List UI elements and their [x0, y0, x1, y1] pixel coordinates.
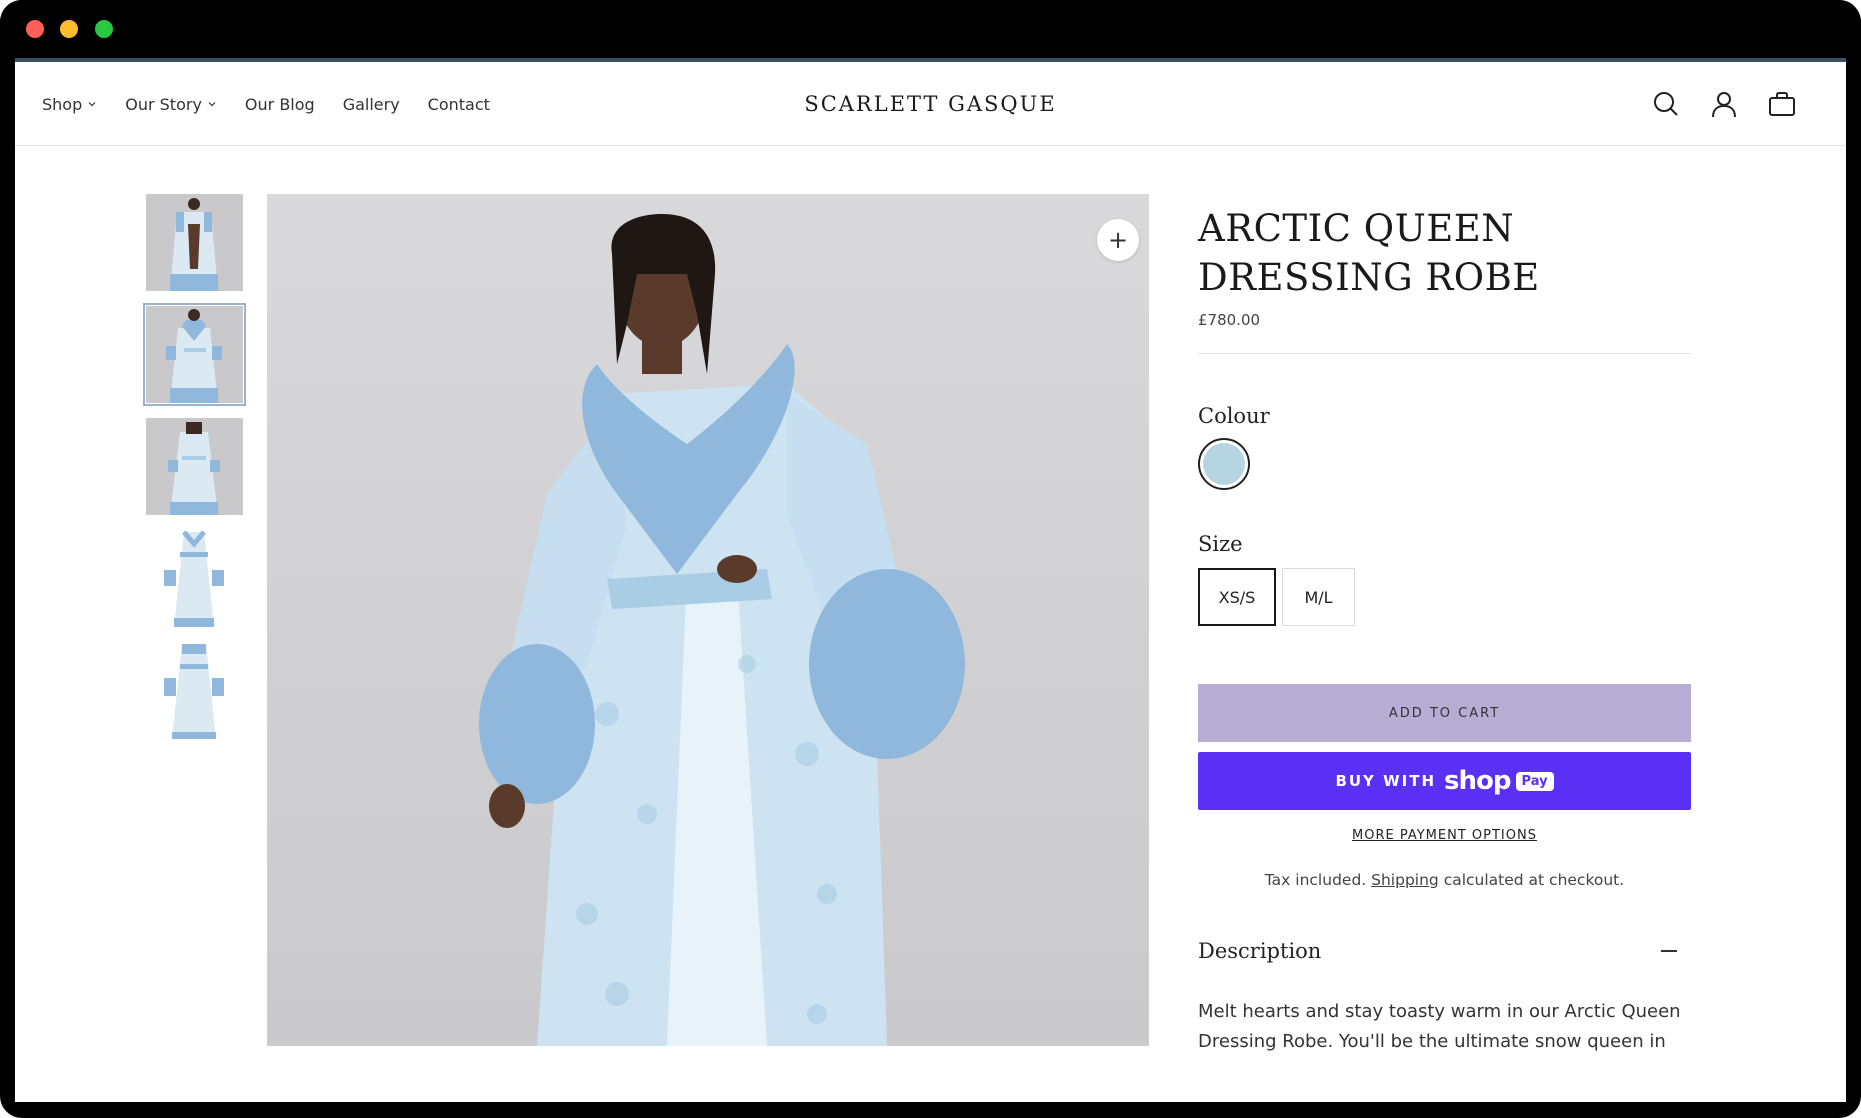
- site-header: Shop Our Story Our Blog Gallery Contact: [15, 62, 1846, 146]
- thumbnail-image: [146, 194, 243, 291]
- thumbnail-image: [146, 306, 243, 403]
- size-options: XS/S M/L: [1198, 568, 1691, 626]
- nav-item-shop[interactable]: Shop: [42, 95, 97, 114]
- size-option-xs-s[interactable]: XS/S: [1198, 568, 1276, 626]
- brand-logo[interactable]: SCARLETT GASQUE: [804, 92, 1056, 116]
- divider: [1198, 353, 1691, 354]
- nav-item-our-blog[interactable]: Our Blog: [245, 95, 315, 114]
- thumbnail-4[interactable]: [146, 530, 243, 627]
- chevron-down-icon: [208, 102, 216, 107]
- buy-with-label: BUY WITH: [1335, 772, 1437, 790]
- nav-label: Gallery: [342, 94, 400, 114]
- size-label: Size: [1198, 532, 1243, 556]
- close-window-button[interactable]: [26, 20, 44, 38]
- colour-swatch: [1203, 443, 1245, 485]
- account-button[interactable]: [1704, 84, 1744, 124]
- search-icon: [1654, 92, 1678, 116]
- main-nav: Shop Our Story Our Blog Gallery Contact: [42, 62, 518, 146]
- thumbnail-image: [146, 530, 243, 627]
- description-toggle[interactable]: Description: [1198, 939, 1691, 963]
- product-title-line1: ARCTIC QUEEN: [1198, 207, 1515, 250]
- browser-window: Shop Our Story Our Blog Gallery Contact: [0, 0, 1861, 1118]
- account-icon: [1712, 92, 1736, 118]
- pay-badge: Pay: [1515, 771, 1554, 791]
- colour-label: Colour: [1198, 404, 1270, 428]
- shop-pay-logo: shop: [1444, 766, 1511, 796]
- nav-label: Shop: [42, 94, 83, 114]
- cart-button[interactable]: [1762, 84, 1802, 124]
- product-info: ARCTIC QUEEN DRESSING ROBE £780.00 Colou…: [1198, 194, 1691, 1053]
- tax-suffix: calculated at checkout.: [1438, 871, 1625, 889]
- tax-note: Tax included. Shipping calculated at che…: [1198, 871, 1691, 889]
- description-text: Melt hearts and stay toasty warm in our …: [1198, 1001, 1681, 1052]
- thumbnail-5[interactable]: [146, 642, 243, 739]
- description-heading: Description: [1198, 939, 1322, 963]
- colour-swatch-button[interactable]: [1198, 438, 1250, 490]
- minimize-window-button[interactable]: [60, 20, 78, 38]
- search-button[interactable]: [1646, 84, 1686, 124]
- chevron-down-icon: [88, 102, 96, 107]
- product-title-line2: DRESSING ROBE: [1198, 256, 1540, 299]
- cart-icon: [1769, 92, 1795, 116]
- thumbnail-image: [146, 418, 243, 515]
- header-actions: [1628, 84, 1802, 124]
- thumbnail-1[interactable]: [146, 194, 243, 291]
- nav-item-contact[interactable]: Contact: [428, 95, 490, 114]
- thumbnail-image: [146, 642, 243, 739]
- add-to-cart-button[interactable]: ADD TO CART: [1198, 684, 1691, 742]
- size-option-m-l[interactable]: M/L: [1282, 568, 1355, 626]
- nav-item-our-story[interactable]: Our Story: [125, 95, 217, 114]
- plus-icon: +: [1107, 226, 1129, 254]
- zoom-button[interactable]: +: [1097, 219, 1139, 261]
- more-payment-options-link[interactable]: MORE PAYMENT OPTIONS: [1198, 828, 1691, 843]
- minus-icon: [1661, 950, 1677, 952]
- tax-prefix: Tax included.: [1264, 871, 1372, 889]
- nav-label: Contact: [427, 94, 490, 114]
- thumbnail-3[interactable]: [146, 418, 243, 515]
- window-titlebar: [0, 0, 1861, 58]
- product-price: £780.00: [1198, 311, 1261, 329]
- shop-pay-button[interactable]: BUY WITH shop Pay: [1198, 752, 1691, 810]
- product-photo: [479, 214, 965, 1046]
- nav-item-gallery[interactable]: Gallery: [343, 95, 400, 114]
- nav-label: Our Blog: [244, 94, 315, 114]
- thumbnail-2[interactable]: [143, 303, 246, 406]
- product-page: Shop Our Story Our Blog Gallery Contact: [15, 62, 1846, 1102]
- main-product-image[interactable]: +: [267, 194, 1149, 1046]
- shipping-link[interactable]: Shipping: [1371, 871, 1439, 889]
- thumbnail-gallery: [143, 194, 246, 754]
- product-title: ARCTIC QUEEN DRESSING ROBE: [1198, 204, 1691, 302]
- maximize-window-button[interactable]: [95, 20, 113, 38]
- nav-label: Our Story: [125, 94, 202, 114]
